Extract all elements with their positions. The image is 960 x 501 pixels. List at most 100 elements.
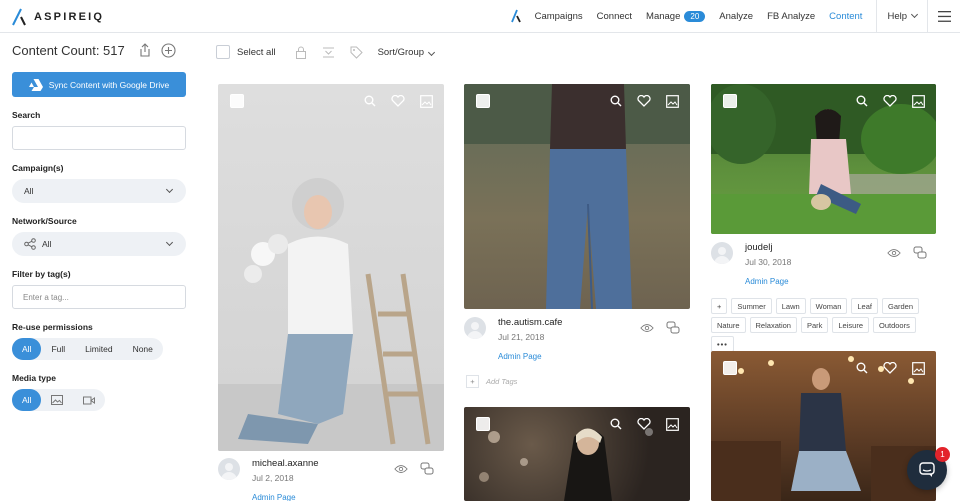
upload-icon[interactable]: [137, 42, 153, 58]
search-icon[interactable]: [854, 93, 870, 109]
tag-chip[interactable]: Garden: [882, 298, 920, 314]
nav-campaigns[interactable]: Campaigns: [535, 11, 583, 22]
media-option-all[interactable]: All: [12, 389, 42, 411]
tag-filter-label: Filter by tag(s): [12, 269, 71, 279]
content-meta-2: the.autism.cafe Jul 21, 2018 Admin Page: [464, 317, 690, 367]
reuse-option-full[interactable]: Full: [41, 338, 75, 360]
help-menu[interactable]: Help: [876, 0, 928, 32]
select-checkbox[interactable]: [476, 94, 490, 108]
content-photo-2[interactable]: [464, 84, 690, 309]
admin-page-link[interactable]: Admin Page: [498, 352, 542, 361]
media-option-video-icon[interactable]: [73, 389, 105, 411]
hamburger-menu-icon[interactable]: [928, 0, 960, 32]
add-content-icon[interactable]: [161, 42, 177, 58]
network-label: Network/Source: [12, 216, 77, 226]
username[interactable]: the.autism.cafe: [498, 317, 562, 328]
select-checkbox[interactable]: [723, 94, 737, 108]
admin-page-link[interactable]: Admin Page: [252, 493, 296, 501]
post-date: Jul 2, 2018: [252, 473, 294, 483]
tag-chip[interactable]: Leisure: [832, 317, 869, 333]
sync-google-drive-button[interactable]: Sync Content with Google Drive: [12, 72, 186, 97]
nav-fb-analyze[interactable]: FB Analyze: [767, 11, 815, 22]
sort-group-dropdown[interactable]: Sort/Group: [378, 47, 436, 58]
avatar[interactable]: [218, 458, 240, 480]
tag-filter-placeholder: Enter a tag...: [23, 292, 69, 302]
content-meta-1: micheal.axanne Jul 2, 2018 Admin Page: [218, 458, 444, 501]
search-icon[interactable]: [608, 93, 624, 109]
comments-icon[interactable]: [666, 321, 680, 335]
search-icon[interactable]: [608, 416, 624, 432]
brand-name: ASPIREIQ: [34, 11, 105, 23]
lock-icon[interactable]: [294, 45, 308, 59]
content-photo-1[interactable]: [218, 84, 444, 451]
image-icon[interactable]: [664, 93, 680, 109]
comments-icon[interactable]: [913, 246, 927, 260]
manage-count-badge: 20: [684, 10, 706, 22]
content-photo-4[interactable]: [464, 407, 690, 501]
chat-icon: [919, 462, 935, 477]
select-all-checkbox[interactable]: [216, 45, 230, 59]
tag-chip[interactable]: Woman: [809, 298, 848, 314]
add-tags-button[interactable]: + Add Tags: [466, 375, 517, 388]
heart-icon[interactable]: [882, 93, 898, 109]
search-label: Search: [12, 110, 41, 120]
image-icon[interactable]: [910, 93, 926, 109]
nav-manage[interactable]: Manage 20: [646, 10, 706, 22]
heart-icon[interactable]: [390, 93, 406, 109]
select-all-label: Select all: [237, 46, 276, 58]
avatar[interactable]: [464, 317, 486, 339]
select-checkbox[interactable]: [476, 417, 490, 431]
username[interactable]: joudelj: [745, 242, 772, 253]
image-icon[interactable]: [910, 360, 926, 376]
content-toolbar: Select all Sort/Group: [216, 40, 436, 64]
select-checkbox[interactable]: [230, 94, 244, 108]
select-checkbox[interactable]: [723, 361, 737, 375]
nav-analyze[interactable]: Analyze: [719, 11, 753, 22]
nav-manage-label: Manage: [646, 10, 681, 22]
tag-filter-input[interactable]: Enter a tag...: [12, 285, 186, 309]
campaigns-select[interactable]: All: [12, 179, 186, 203]
heart-icon[interactable]: [636, 93, 652, 109]
tag-list: + Summer Lawn Woman Leaf Garden Nature R…: [711, 298, 941, 355]
nav-connect[interactable]: Connect: [597, 11, 632, 22]
image-icon[interactable]: [664, 416, 680, 432]
search-input[interactable]: [12, 126, 186, 150]
image-icon[interactable]: [418, 93, 434, 109]
admin-page-link[interactable]: Admin Page: [745, 277, 789, 286]
tag-chip[interactable]: Outdoors: [873, 317, 916, 333]
content-photo-3[interactable]: [711, 84, 936, 234]
tag-chip[interactable]: Nature: [711, 317, 746, 333]
heart-icon[interactable]: [636, 416, 652, 432]
tag-chip[interactable]: Park: [800, 317, 829, 333]
more-tags-icon[interactable]: •••: [711, 336, 734, 352]
tag-icon[interactable]: [350, 45, 364, 59]
avatar[interactable]: [711, 242, 733, 264]
content-photo-5[interactable]: [711, 351, 936, 501]
username[interactable]: micheal.axanne: [252, 458, 319, 469]
content-meta-3: joudelj Jul 30, 2018 Admin Page: [711, 242, 936, 292]
search-icon[interactable]: [854, 360, 870, 376]
tag-chip[interactable]: Lawn: [775, 298, 806, 314]
network-select[interactable]: All: [12, 232, 186, 256]
reuse-option-all[interactable]: All: [12, 338, 42, 360]
filter-sidebar: Content Count: 517 Sync Content with Goo…: [12, 40, 188, 411]
logo[interactable]: ASPIREIQ: [10, 8, 104, 26]
comments-icon[interactable]: [420, 462, 434, 476]
eye-icon[interactable]: [887, 246, 901, 260]
tag-chip[interactable]: Leaf: [851, 298, 878, 314]
google-drive-icon: [28, 78, 43, 91]
reuse-option-limited[interactable]: Limited: [75, 338, 122, 360]
media-option-image-icon[interactable]: [41, 389, 73, 411]
download-icon[interactable]: [322, 45, 336, 59]
heart-icon[interactable]: [882, 360, 898, 376]
tag-chip[interactable]: Relaxation: [749, 317, 797, 333]
search-icon[interactable]: [362, 93, 378, 109]
nav-content[interactable]: Content: [829, 11, 862, 22]
reuse-option-none[interactable]: None: [123, 338, 163, 360]
sync-button-label: Sync Content with Google Drive: [48, 79, 170, 90]
share-network-icon: [24, 238, 36, 250]
eye-icon[interactable]: [394, 462, 408, 476]
eye-icon[interactable]: [640, 321, 654, 335]
tag-chip[interactable]: Summer: [731, 298, 772, 314]
add-tag-plus-icon[interactable]: +: [711, 298, 728, 314]
